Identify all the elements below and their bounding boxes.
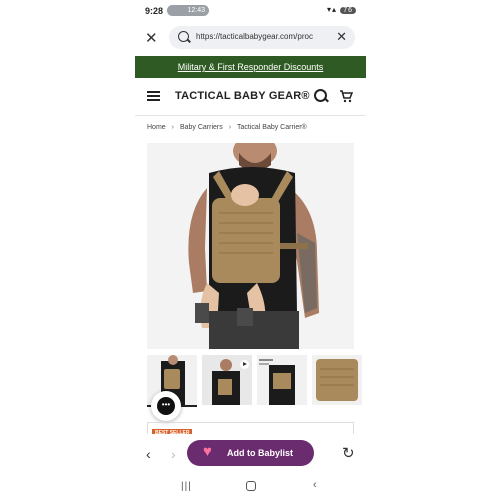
clear-url-icon[interactable]: ✕ (336, 29, 347, 45)
chat-icon: ••• (157, 397, 175, 415)
system-icons: ▾▴ 76 (327, 5, 356, 14)
thumbnail-4[interactable] (312, 355, 362, 405)
chevron-right-icon[interactable]: › (171, 446, 176, 462)
search-icon (178, 31, 189, 42)
close-icon[interactable]: ✕ (145, 29, 158, 47)
heart-icon: ♥ (203, 443, 212, 460)
play-icon (240, 360, 249, 369)
status-time: 9:28 (145, 6, 164, 16)
site-logo[interactable]: TACTICAL BABY GEAR® (175, 90, 310, 102)
search-icon[interactable] (314, 89, 327, 102)
back-icon[interactable]: ‹ (313, 479, 317, 491)
breadcrumb-baby-carriers[interactable]: Baby Carriers (180, 124, 223, 131)
battery-indicator: 76 (340, 7, 356, 14)
chevron-right-icon: › (171, 124, 174, 131)
product-main-image[interactable] (147, 143, 354, 349)
chevron-right-icon: › (228, 124, 232, 131)
reload-icon[interactable]: ↻ (342, 444, 355, 462)
breadcrumb-home[interactable]: Home (147, 124, 166, 131)
url-field[interactable]: https://tacticalbabygear.com/proc ✕ (169, 26, 355, 49)
url-text: https://tacticalbabygear.com/proc (196, 32, 313, 41)
home-icon[interactable] (246, 481, 256, 491)
add-to-babylist-button[interactable]: ♥ Add to Babylist (187, 440, 314, 466)
site-header: TACTICAL BABY GEAR® (135, 78, 366, 114)
browser-url-bar: ✕ https://tacticalbabygear.com/proc ✕ (135, 22, 366, 54)
breadcrumb-current: Tactical Baby Carrier® (236, 124, 307, 131)
promo-banner-link[interactable]: Military & First Responder Discounts (135, 56, 366, 78)
breadcrumb: Home › Baby Carriers › Tactical Baby Car… (147, 124, 307, 131)
babylist-label: Add to Babylist (227, 448, 294, 458)
status-bar: 9:28 12:43 ▾▴ 76 (135, 0, 366, 22)
thumbnail-video[interactable] (202, 355, 252, 405)
call-pill: 12:43 (167, 5, 209, 16)
browser-bottom-bar: ‹ › ♥ Add to Babylist ↻ (135, 434, 366, 474)
thumbnail-3[interactable] (257, 355, 307, 405)
recents-icon[interactable]: ||| (181, 481, 192, 492)
cart-icon[interactable] (339, 89, 354, 106)
hamburger-menu-icon[interactable] (147, 91, 160, 101)
thumbnail-strip (147, 355, 366, 407)
signal-icon: ▾▴ (326, 5, 337, 14)
header-divider (135, 115, 366, 116)
chat-button[interactable]: ••• (151, 391, 181, 421)
system-nav-bar: ||| ‹ (135, 474, 366, 500)
chevron-left-icon[interactable]: ‹ (146, 446, 151, 462)
phone-screen: 9:28 12:43 ▾▴ 76 ✕ https://tacticalbabyg… (135, 0, 366, 500)
